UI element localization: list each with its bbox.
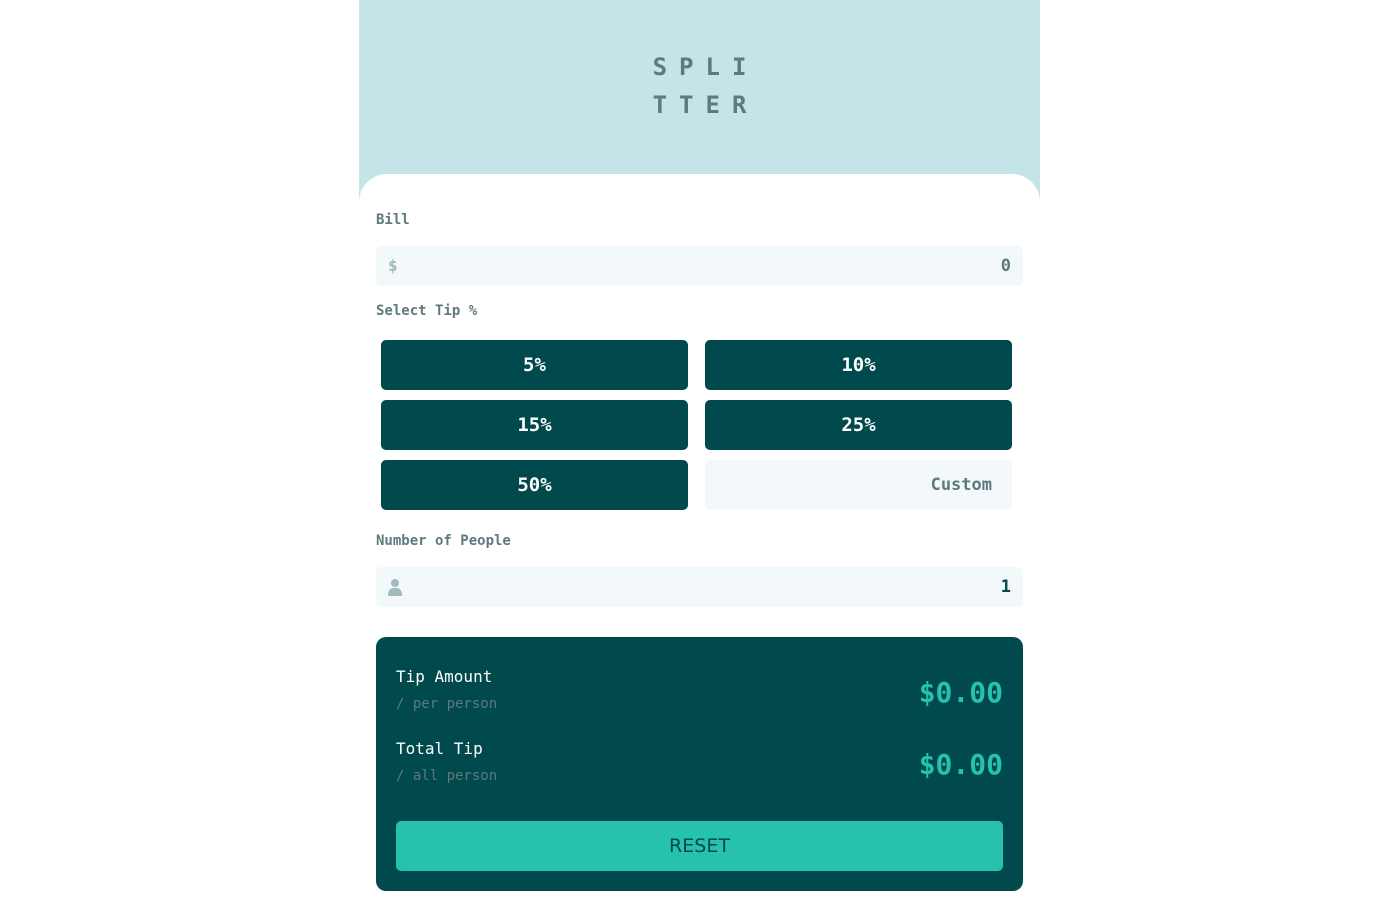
- logo-line-2: TTER: [652, 91, 759, 119]
- app-container: SPLI TTER Bill $ 0 Select Tip % 5% 10% 1…: [359, 0, 1040, 905]
- people-value: 1: [1000, 577, 1011, 597]
- custom-tip-input[interactable]: Custom: [705, 460, 1012, 510]
- bill-input[interactable]: $ 0: [376, 246, 1023, 286]
- tip-button-5[interactable]: 5%: [381, 340, 688, 390]
- people-input[interactable]: 1: [376, 567, 1023, 607]
- bill-label: Bill: [376, 212, 410, 228]
- total-tip-value: $0.00: [918, 748, 1003, 781]
- tip-amount-title: Tip Amount: [396, 667, 493, 686]
- tip-button-10[interactable]: 10%: [705, 340, 1012, 390]
- total-tip-subtitle: / all person: [396, 768, 498, 784]
- reset-button[interactable]: RESET: [396, 821, 1003, 871]
- custom-tip-placeholder: Custom: [930, 475, 992, 495]
- tip-amount-value: $0.00: [918, 676, 1003, 709]
- results-panel: Tip Amount / per person $0.00 Total Tip …: [376, 637, 1023, 891]
- total-tip-title: Total Tip: [396, 739, 483, 758]
- bill-value: 0: [1000, 256, 1011, 276]
- logo: SPLI TTER: [359, 48, 1040, 124]
- tip-button-50[interactable]: 50%: [381, 460, 688, 510]
- tip-button-15[interactable]: 15%: [381, 400, 688, 450]
- tip-button-25[interactable]: 25%: [705, 400, 1012, 450]
- select-tip-label: Select Tip %: [376, 303, 478, 319]
- logo-line-1: SPLI: [652, 53, 759, 81]
- calculator-card: Bill $ 0 Select Tip % 5% 10% 15% 25% 50%…: [359, 174, 1040, 905]
- dollar-icon: $: [388, 256, 398, 275]
- people-label: Number of People: [376, 533, 511, 549]
- tip-amount-subtitle: / per person: [396, 696, 498, 712]
- person-icon: [388, 578, 402, 600]
